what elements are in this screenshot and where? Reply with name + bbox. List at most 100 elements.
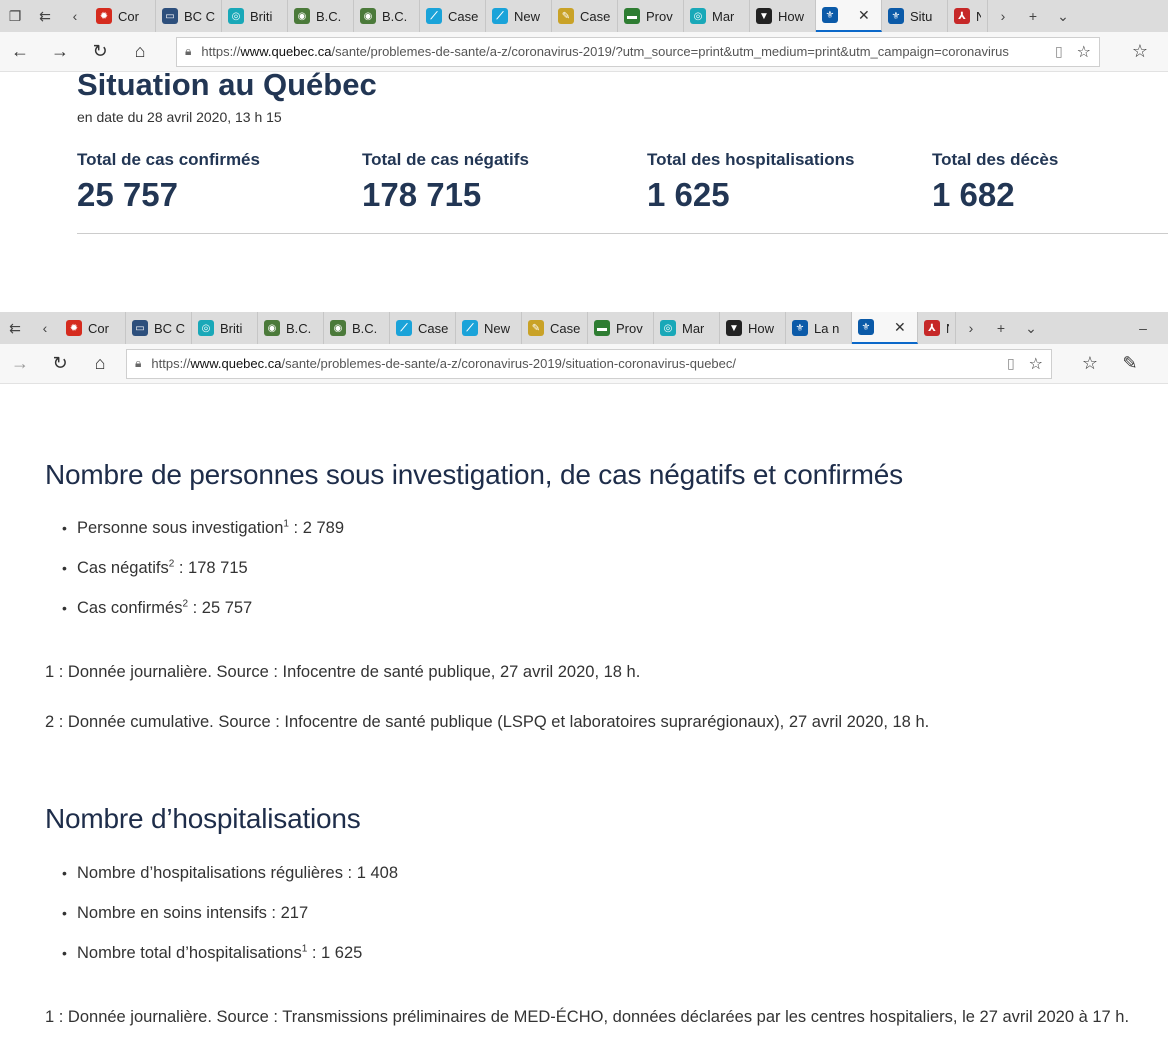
browser-tab[interactable]: ⟋ Case	[390, 312, 456, 344]
set-aside-tabs-icon[interactable]: ⇇	[30, 0, 60, 32]
tab-title: Mar	[682, 320, 705, 336]
scroll-tabs-right-icon[interactable]: ›	[956, 312, 986, 344]
favorite-star-icon[interactable]: ☆	[1029, 354, 1043, 374]
chart-icon: ⟋	[396, 320, 412, 336]
new-tab-icon[interactable]: +	[1018, 0, 1048, 32]
browser-tab[interactable]: ▭ BC C	[156, 0, 222, 32]
close-tab-icon[interactable]: ✕	[894, 319, 906, 336]
tab-title: Case	[580, 8, 611, 24]
reading-view-icon[interactable]: ▯	[1007, 355, 1015, 372]
browser-tab[interactable]: ▼ How	[750, 0, 816, 32]
tab-bar-2: ⇇ ‹ ✹ Cor ▭ BC C ◎ Briti ◉ B.C. ◉ B.C. ⟋ Case ⟋ New ✎ C…	[0, 312, 1168, 344]
maple-leaf-icon: ✹	[66, 320, 82, 336]
shield-icon: ▼	[726, 320, 742, 336]
browser-tab[interactable]: ▭ BC C	[126, 312, 192, 344]
refresh-icon[interactable]: ↻	[40, 344, 80, 384]
page-title: Situation au Québec	[77, 67, 377, 102]
favorite-star-icon[interactable]: ☆	[1077, 42, 1091, 62]
gov-icon: ▬	[624, 8, 640, 24]
tab-bar: ❐ ⇇ ‹ ✹ Cor ▭ BC C ◎ Briti ◉ B.C. ◉ B.C. ⟋ Case ⟋ New…	[0, 0, 1168, 32]
tab-strip-2: ✹ Cor ▭ BC C ◎ Briti ◉ B.C. ◉ B.C. ⟋ Case ⟋ New ✎ Case ▬…	[60, 312, 956, 344]
browser-tab[interactable]: ✎ Case	[552, 0, 618, 32]
doc-icon: ✎	[558, 8, 574, 24]
lock-icon: 🔒︎	[135, 356, 142, 370]
set-aside-tabs-icon[interactable]: ⇇	[0, 312, 30, 344]
browser-tab[interactable]: ⟋ New	[486, 0, 552, 32]
globe-icon: ◉	[264, 320, 280, 336]
scroll-tabs-left-icon[interactable]: ‹	[30, 312, 60, 344]
tab-list-chevron-icon[interactable]: ⌄	[1048, 0, 1078, 32]
browser-tab[interactable]: ◉ B.C.	[324, 312, 390, 344]
browser-tab[interactable]: ⟋ New	[456, 312, 522, 344]
web-note-icon[interactable]: ✎	[1110, 344, 1150, 384]
scroll-tabs-right-icon[interactable]: ›	[988, 0, 1018, 32]
tab-list-chevron-icon[interactable]: ⌄	[1016, 312, 1046, 344]
browser-tab[interactable]: ◎ Mar	[684, 0, 750, 32]
browser-tab[interactable]: ▬ Prov	[588, 312, 654, 344]
browser-tab[interactable]: ⚜ ✕	[816, 0, 882, 32]
tab-title: N	[946, 321, 949, 336]
gov-icon: ▬	[594, 320, 610, 336]
tab-actions-icon[interactable]: ❐	[0, 0, 30, 32]
navigation-bar-2: → ↻ ⌂ 🔒︎ https://www.quebec.ca/sante/pro…	[0, 344, 1168, 384]
home-icon[interactable]: ⌂	[80, 344, 120, 384]
home-icon[interactable]: ⌂	[120, 32, 160, 72]
stat-confirmed: Total de cas confirmés 25 757	[77, 150, 260, 213]
browser-tab[interactable]: ◉ B.C.	[354, 0, 420, 32]
browser-tab[interactable]: ✹ Cor	[60, 312, 126, 344]
scroll-tabs-left-icon[interactable]: ‹	[60, 0, 90, 32]
footnote-2: 2 : Donnée cumulative. Source : Infocent…	[45, 713, 930, 731]
browser-tab[interactable]: ⟋ Case	[420, 0, 486, 32]
globe-icon: ◉	[360, 8, 376, 24]
browser-tab[interactable]: ⚜ ✕	[852, 312, 918, 344]
pdf-icon: ⅄	[924, 320, 940, 336]
browser-tab[interactable]: ◉ B.C.	[288, 0, 354, 32]
stat-hospitalizations: Total des hospitalisations 1 625	[647, 150, 855, 213]
list-item: • Nombre total d’hospitalisations1 : 1 62…	[62, 943, 363, 962]
refresh-icon[interactable]: ↻	[80, 32, 120, 72]
browser-tab[interactable]: ⅄N	[918, 312, 956, 344]
reading-view-icon[interactable]: ▯	[1055, 43, 1063, 60]
tab-title: B.C.	[316, 8, 342, 24]
tab-title: Mar	[712, 8, 735, 24]
stats-panel: Total de cas confirmés 25 757 Total de c…	[77, 150, 1168, 234]
pdf-icon: ⅄	[954, 8, 970, 24]
address-bar[interactable]: 🔒︎ https://www.quebec.ca/sante/problemes…	[176, 36, 1100, 67]
bc-cdc-icon: ▭	[132, 320, 148, 336]
url-text: https://www.quebec.ca/sante/problemes-de…	[151, 356, 737, 371]
browser-tab[interactable]: ◎ Mar	[654, 312, 720, 344]
favorites-hub-icon[interactable]: ☆	[1120, 32, 1160, 72]
tab-title: B.C.	[382, 8, 408, 24]
address-bar-2[interactable]: 🔒︎ https://www.quebec.ca/sante/problemes…	[126, 348, 1052, 379]
minimize-icon[interactable]: –	[1118, 312, 1168, 344]
quebec-fleur-icon: ⚜	[888, 8, 904, 24]
tab-title: La n	[814, 320, 840, 336]
browser-tab[interactable]: ◉ B.C.	[258, 312, 324, 344]
browser-tab[interactable]: ⚜ La n	[786, 312, 852, 344]
chart-icon: ⟋	[426, 8, 442, 24]
list-item: • Cas confirmés2 : 25 757	[62, 598, 253, 617]
browser-tab[interactable]: ▬ Prov	[618, 0, 684, 32]
news-icon: ◎	[228, 8, 244, 24]
browser-tab[interactable]: ▼ How	[720, 312, 786, 344]
favorites-hub-icon[interactable]: ☆	[1070, 344, 1110, 384]
close-tab-icon[interactable]: ✕	[858, 7, 870, 24]
globe-icon: ◉	[330, 320, 346, 336]
new-tab-icon[interactable]: +	[986, 312, 1016, 344]
browser-tab[interactable]: ◎ Briti	[222, 0, 288, 32]
back-icon[interactable]: ←	[0, 32, 40, 72]
news-icon: ◎	[690, 8, 706, 24]
forward-icon[interactable]: →	[0, 344, 40, 384]
news-icon: ◎	[198, 320, 214, 336]
tab-title: BC C	[184, 8, 215, 24]
browser-tab[interactable]: ✎ Case	[522, 312, 588, 344]
browser-tab[interactable]: ⚜ Situ	[882, 0, 948, 32]
forward-icon[interactable]: →	[40, 32, 80, 72]
browser-tab[interactable]: ⅄N	[948, 0, 988, 32]
footnote-1: 1 : Donnée journalière. Source : Infocen…	[45, 663, 641, 681]
browser-tab[interactable]: ✹ Cor	[90, 0, 156, 32]
quebec-fleur-icon: ⚜	[858, 319, 874, 335]
globe-icon: ◉	[294, 8, 310, 24]
browser-tab[interactable]: ◎ Briti	[192, 312, 258, 344]
tab-title: Briti	[220, 320, 243, 336]
